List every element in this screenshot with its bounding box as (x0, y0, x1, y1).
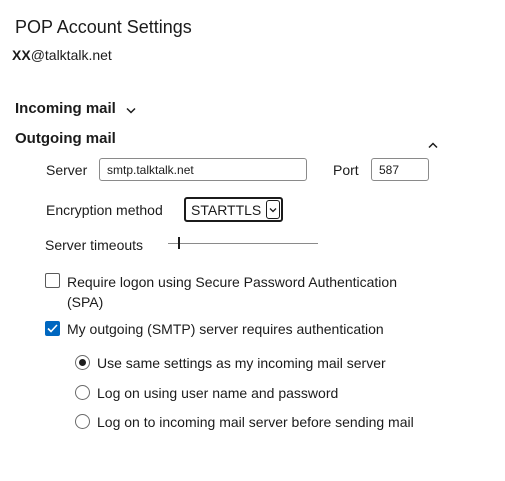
spa-label: Require logon using Secure Password Auth… (67, 272, 397, 312)
port-label: Port (333, 162, 359, 178)
chevron-down-icon[interactable] (266, 200, 281, 219)
server-timeouts-label: Server timeouts (45, 237, 144, 253)
server-timeouts-slider[interactable] (168, 243, 318, 244)
account-domain: @talktalk.net (30, 47, 112, 63)
account-redacted: XX (12, 47, 31, 63)
spa-checkbox[interactable] (45, 273, 60, 288)
encryption-method-label: Encryption method (46, 202, 163, 218)
chevron-up-icon[interactable] (428, 136, 438, 154)
incoming-mail-label: Incoming mail (15, 100, 116, 117)
checkmark-icon (47, 324, 58, 333)
chevron-down-icon[interactable] (126, 101, 136, 118)
server-label: Server (46, 162, 88, 178)
smtp-auth-checkbox[interactable] (45, 321, 60, 336)
port-input[interactable] (371, 158, 429, 181)
page-title: POP Account Settings (15, 17, 192, 37)
account-email: XX@talktalk.net (12, 47, 112, 63)
encryption-method-select[interactable]: STARTTLS (184, 197, 283, 222)
outgoing-mail-label[interactable]: Outgoing mail (15, 130, 116, 147)
smtp-auth-label: My outgoing (SMTP) server requires authe… (67, 321, 384, 337)
slider-thumb[interactable] (178, 237, 180, 249)
radio-same-settings-label: Use same settings as my incoming mail se… (97, 355, 386, 371)
spa-label-line2: (SPA) (67, 294, 104, 310)
radio-incoming-before-send-label: Log on to incoming mail server before se… (97, 414, 414, 430)
encryption-method-value: STARTTLS (191, 201, 262, 218)
incoming-mail-header[interactable]: Incoming mail (15, 100, 136, 118)
radio-user-password[interactable] (75, 385, 90, 400)
spa-label-line1: Require logon using Secure Password Auth… (67, 274, 397, 290)
radio-user-password-label: Log on using user name and password (97, 385, 339, 401)
radio-selected-dot (79, 359, 86, 366)
server-input[interactable] (99, 158, 307, 181)
radio-incoming-before-send[interactable] (75, 414, 90, 429)
radio-same-settings[interactable] (75, 355, 90, 370)
